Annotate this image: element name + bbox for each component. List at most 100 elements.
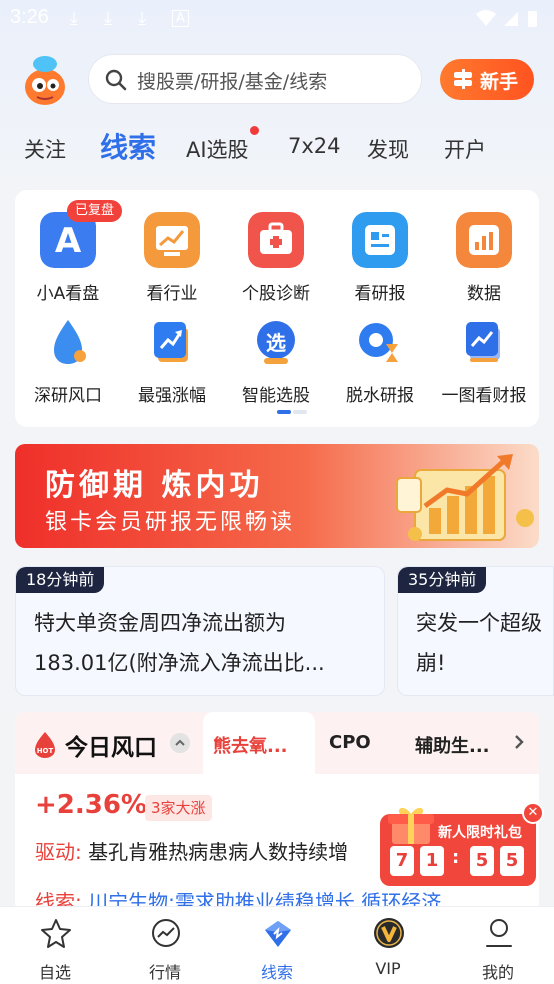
grid-item-top-gain[interactable]: 最强涨幅 <box>119 314 223 414</box>
tab-ai-stock-pick[interactable]: AI选股 <box>186 134 249 164</box>
grid-item-dehydrated-report[interactable]: 脱水研报 <box>327 314 431 414</box>
tab-discover[interactable]: 发现 <box>367 134 409 164</box>
download-icon: ⤓ <box>138 8 146 29</box>
news-card[interactable]: 18分钟前 特大单资金周四净流出额为 183.01亿(附净流入净流出比... <box>15 566 385 696</box>
signpost-icon <box>454 69 472 89</box>
status-bar: 3:26 ⤓ ⤓ ⤓ A <box>0 0 554 38</box>
newbie-button[interactable]: 新手 <box>440 59 534 100</box>
select-icon-text: 选 <box>266 331 286 355</box>
hot-tab[interactable]: 熊去氧... <box>213 732 288 758</box>
close-icon[interactable]: ✕ <box>522 802 544 824</box>
market-chart-icon <box>152 919 180 947</box>
news-line: 183.01亿(附净流入净流出比... <box>34 651 325 675</box>
grid-item-diagnosis[interactable]: 个股诊断 <box>223 212 327 312</box>
hot-change: +2.36% <box>35 790 147 820</box>
feature-grid: A 小A看盘 已复盘 看行业 个股诊断 看研报 数据 深研风口 最强涨幅 智能选… <box>15 190 539 427</box>
tab-follow[interactable]: 关注 <box>24 134 66 164</box>
news-text: 特大单资金周四净流出额为 183.01亿(附净流入净流出比... <box>34 603 325 683</box>
flame-drop-icon <box>54 320 86 364</box>
grid-pager <box>277 410 307 414</box>
tab-open-account[interactable]: 开户 <box>444 134 486 164</box>
news-card[interactable]: 35分钟前 突发一个超级 崩! <box>397 566 554 696</box>
grid-label: 深研风口 <box>34 386 102 406</box>
grid-item-financial-chart[interactable]: 一图看财报 <box>431 314 535 414</box>
banner-title: 防御期 炼内功 <box>45 468 264 503</box>
nav-profile[interactable]: 我的 <box>443 907 553 984</box>
notification-icon: A <box>172 10 189 27</box>
trend-chart-icon <box>144 212 200 268</box>
news-line: 特大单资金周四净流出额为 <box>34 611 286 635</box>
svg-text:A: A <box>55 221 82 261</box>
countdown-digit: 5 <box>500 846 524 876</box>
mascot-avatar[interactable] <box>22 54 68 106</box>
nav-market[interactable]: 行情 <box>110 907 220 984</box>
nav-label: 线索 <box>260 963 293 982</box>
hot-tab[interactable]: CPO <box>329 732 371 753</box>
drive-label: 驱动: <box>35 840 82 864</box>
drive-line: 驱动: 基孔肯雅热病患病人数持续增 <box>35 836 348 865</box>
nav-label: 自选 <box>38 963 71 982</box>
drive-text: 基孔肯雅热病患病人数持续增 <box>88 840 349 864</box>
grid-label: 脱水研报 <box>346 386 414 406</box>
diamond-icon <box>265 921 291 947</box>
chevron-right-icon[interactable] <box>511 732 527 752</box>
report-card-icon <box>352 212 408 268</box>
nav-watchlist[interactable]: 自选 <box>0 907 110 984</box>
chart-board-icon <box>466 322 500 362</box>
star-icon <box>41 919 71 948</box>
bar-chart-icon <box>456 212 512 268</box>
newbie-label: 新手 <box>480 71 519 93</box>
nav-vip[interactable]: VIP <box>333 907 443 984</box>
promo-banner[interactable]: 防御期 炼内功 银卡会员研报无限畅读 <box>15 444 539 548</box>
nav-label: 我的 <box>481 963 514 982</box>
hot-tab[interactable]: 辅助生... <box>415 732 490 758</box>
grid-label: 看研报 <box>354 284 406 304</box>
rise-count-badge: 3家大涨 <box>145 795 212 821</box>
grid-label: 小A看盘 <box>36 284 100 304</box>
grid-item-research[interactable]: 看研报 <box>327 212 431 312</box>
svg-text:HOT: HOT <box>37 747 54 755</box>
search-placeholder: 搜股票/研报/基金/线索 <box>137 71 328 93</box>
grid-label: 数据 <box>467 284 501 304</box>
news-time: 35分钟前 <box>398 567 487 593</box>
countdown-digit: 1 <box>420 846 444 876</box>
download-icon: ⤓ <box>70 8 78 29</box>
news-line: 突发一个超级 <box>416 611 542 635</box>
grid-item-xiaoa[interactable]: A 小A看盘 <box>15 212 119 312</box>
search-icon <box>105 69 127 91</box>
grid-label: 最强涨幅 <box>138 386 206 406</box>
tab-clues[interactable]: 线索 <box>100 126 156 166</box>
grid-label: 一图看财报 <box>441 386 527 406</box>
countdown-colon: : <box>452 847 460 868</box>
rise-arrow-icon <box>154 322 188 362</box>
banner-subtitle: 银卡会员研报无限畅读 <box>45 510 296 535</box>
gift-box-icon <box>388 807 434 844</box>
grid-item-deep-research[interactable]: 深研风口 <box>15 314 119 414</box>
nav-label: VIP <box>375 959 401 978</box>
news-text: 突发一个超级 崩! <box>416 603 542 683</box>
new-dot <box>250 126 259 135</box>
grid-item-data[interactable]: 数据 <box>431 212 535 312</box>
download-icon: ⤓ <box>104 8 112 29</box>
tab-7x24[interactable]: 7x24 <box>288 134 341 158</box>
status-time: 3:26 <box>10 6 49 28</box>
hot-title: 今日风口 <box>65 735 157 761</box>
chevron-up-icon[interactable] <box>170 733 190 753</box>
hot-header: HOT 今日风口 熊去氧... CPO 辅助生... <box>15 712 539 774</box>
nav-label: 行情 <box>148 963 181 982</box>
news-line: 崩! <box>416 651 446 675</box>
grid-label: 个股诊断 <box>242 284 310 304</box>
gift-popup[interactable]: 新人限时礼包 7 1 : 5 5 ✕ <box>378 802 546 886</box>
vip-icon <box>374 918 404 948</box>
nav-clues[interactable]: 线索 <box>222 907 332 984</box>
grid-item-industry[interactable]: 看行业 <box>119 212 223 312</box>
countdown-digit: 5 <box>470 846 494 876</box>
gift-title: 新人限时礼包 <box>438 825 522 841</box>
grid-label: 看行业 <box>146 284 198 304</box>
signal-battery-icon <box>476 10 537 27</box>
search-input[interactable]: 搜股票/研报/基金/线索 <box>88 54 422 104</box>
hourglass-icon <box>359 323 398 362</box>
medical-kit-icon <box>248 212 304 268</box>
bottom-nav: 自选 行情 线索 VIP 我的 <box>0 906 554 984</box>
growth-chart-illustration <box>396 454 534 541</box>
